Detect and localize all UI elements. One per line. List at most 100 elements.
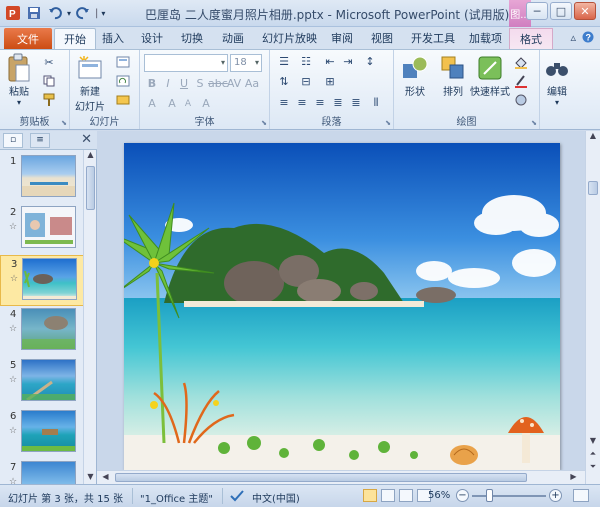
scroll-down-icon[interactable]: ▼	[84, 472, 97, 484]
distribute-icon[interactable]: ≣	[348, 95, 364, 111]
tab-addins[interactable]: 加载项	[469, 30, 502, 46]
scroll-down-icon[interactable]: ▼	[586, 436, 600, 448]
slide-sorter-view-button[interactable]	[381, 489, 395, 502]
current-slide[interactable]	[124, 143, 560, 470]
thumbnail-scrollbar[interactable]: ▲ ▼	[83, 150, 96, 484]
slide-thumbnail[interactable]: 6 ☆	[0, 408, 84, 459]
copy-icon[interactable]	[40, 73, 58, 89]
drawing-dialog-launcher-icon[interactable]: ⬊	[531, 119, 537, 127]
font-color-icon[interactable]: A	[144, 96, 160, 112]
tab-developer[interactable]: 开发工具	[411, 30, 455, 46]
char-spacing-icon[interactable]: AV	[226, 76, 242, 92]
italic-button[interactable]: I	[160, 76, 176, 92]
maximize-button[interactable]: □	[550, 2, 572, 20]
align-right-icon[interactable]: ≡	[312, 95, 328, 111]
shrink-font-icon[interactable]: A	[180, 96, 196, 112]
slide-vertical-scrollbar[interactable]: ▲ ▼ ⏶ ⏷	[585, 131, 600, 484]
change-case-icon[interactable]: Aa	[244, 76, 260, 92]
font-dialog-launcher-icon[interactable]: ⬊	[261, 119, 267, 127]
zoom-level[interactable]: 56%	[428, 490, 450, 501]
redo-icon[interactable]	[74, 4, 92, 22]
font-name-combo[interactable]: ▾	[144, 54, 228, 72]
scroll-up-icon[interactable]: ▲	[586, 131, 600, 143]
spellcheck-icon[interactable]	[230, 490, 244, 505]
fit-to-window-button[interactable]	[573, 489, 589, 502]
columns-icon[interactable]: ⫴	[368, 95, 384, 111]
slide-thumbnail[interactable]: 7 ☆	[0, 459, 84, 484]
undo-icon[interactable]	[46, 4, 64, 22]
tab-slideshow[interactable]: 幻灯片放映	[262, 30, 317, 46]
previous-slide-icon[interactable]: ⏶	[586, 449, 600, 461]
bullets-icon[interactable]: ☰	[276, 54, 292, 70]
underline-button[interactable]: U	[176, 76, 192, 92]
zoom-slider-knob[interactable]	[486, 489, 493, 502]
clear-formatting-icon[interactable]: A	[198, 96, 214, 112]
slide-horizontal-scrollbar[interactable]: ◀ ▶	[97, 470, 585, 484]
help-icon[interactable]: ?	[582, 31, 594, 46]
slide-thumbnail[interactable]: 4 ☆	[0, 306, 84, 357]
increase-indent-icon[interactable]: ⇥	[340, 54, 356, 70]
slide-scroll-thumb[interactable]	[588, 181, 598, 195]
shape-outline-icon[interactable]	[512, 73, 530, 89]
arrange-button[interactable]: 排列	[438, 53, 468, 98]
outline-tab[interactable]: ≡	[30, 133, 50, 148]
align-center-icon[interactable]: ≡	[294, 95, 310, 111]
cut-icon[interactable]: ✂	[40, 54, 58, 70]
next-slide-icon[interactable]: ⏷	[586, 462, 600, 474]
normal-view-button[interactable]	[363, 489, 377, 502]
zoom-in-button[interactable]: +	[549, 489, 562, 502]
numbering-icon[interactable]: ☷	[298, 54, 314, 70]
layout-icon[interactable]	[114, 54, 132, 70]
zoom-slider-track[interactable]	[472, 495, 546, 497]
quick-styles-button[interactable]: 快速样式	[470, 53, 510, 98]
grow-font-icon[interactable]: A	[164, 96, 180, 112]
tab-view[interactable]: 视图	[371, 30, 393, 46]
reading-view-button[interactable]	[399, 489, 413, 502]
horizontal-scroll-thumb[interactable]	[115, 473, 527, 482]
decrease-indent-icon[interactable]: ⇤	[322, 54, 338, 70]
scroll-right-icon[interactable]: ▶	[567, 472, 580, 484]
text-direction-icon[interactable]: ⇅	[276, 74, 292, 90]
tab-animations[interactable]: 动画	[222, 30, 244, 46]
language-status[interactable]: 中文(中国)	[252, 490, 300, 505]
shadow-button[interactable]: S	[192, 76, 208, 92]
clipboard-dialog-launcher-icon[interactable]: ⬊	[61, 119, 67, 127]
powerpoint-app-icon[interactable]: P	[4, 4, 22, 22]
undo-dropdown-icon[interactable]: ▾	[67, 9, 71, 18]
strikethrough-button[interactable]: abc	[208, 76, 228, 92]
tab-insert[interactable]: 插入	[102, 30, 124, 46]
save-icon[interactable]	[25, 4, 43, 22]
zoom-out-button[interactable]: −	[456, 489, 469, 502]
smartart-icon[interactable]: ⊞	[322, 74, 338, 90]
tab-design[interactable]: 设计	[141, 30, 163, 46]
customize-qat-icon[interactable]: ▾	[101, 9, 105, 18]
slide-thumbnail-selected[interactable]: 3 ☆	[0, 255, 84, 306]
bold-button[interactable]: B	[144, 76, 160, 92]
scroll-up-icon[interactable]: ▲	[84, 150, 97, 162]
slide-thumbnail[interactable]: 1	[0, 153, 84, 204]
pane-close-icon[interactable]: ✕	[81, 132, 92, 147]
align-left-icon[interactable]: ≡	[276, 95, 292, 111]
slide-thumbnail[interactable]: 5 ☆	[0, 357, 84, 408]
section-icon[interactable]	[114, 92, 132, 108]
paste-button[interactable]: 粘贴 ▾	[4, 53, 34, 107]
shape-effects-icon[interactable]	[512, 92, 530, 108]
thumbnail-scroll-thumb[interactable]	[86, 166, 95, 210]
theme-status[interactable]: "1_Office 主题"	[140, 490, 213, 505]
shape-fill-icon[interactable]	[512, 54, 530, 70]
shapes-button[interactable]: 形状	[400, 53, 430, 98]
font-size-combo[interactable]: 18 ▾	[230, 54, 262, 72]
slides-tab-icon[interactable]: ▫	[3, 133, 23, 148]
tab-review[interactable]: 审阅	[331, 30, 353, 46]
minimize-ribbon-icon[interactable]: ▵	[570, 31, 576, 46]
slide-thumbnail[interactable]: 2 ☆	[0, 204, 84, 255]
editing-button[interactable]: 编辑 ▾	[542, 53, 572, 107]
format-painter-icon[interactable]	[40, 92, 58, 108]
tab-home[interactable]: 开始	[54, 28, 96, 49]
paragraph-dialog-launcher-icon[interactable]: ⬊	[385, 119, 391, 127]
minimize-button[interactable]: ─	[526, 2, 548, 20]
tab-format[interactable]: 格式	[509, 28, 553, 49]
tab-transitions[interactable]: 切换	[181, 30, 203, 46]
new-slide-button[interactable]: 新建 幻灯片	[75, 53, 105, 113]
align-text-icon[interactable]: ⊟	[298, 74, 314, 90]
